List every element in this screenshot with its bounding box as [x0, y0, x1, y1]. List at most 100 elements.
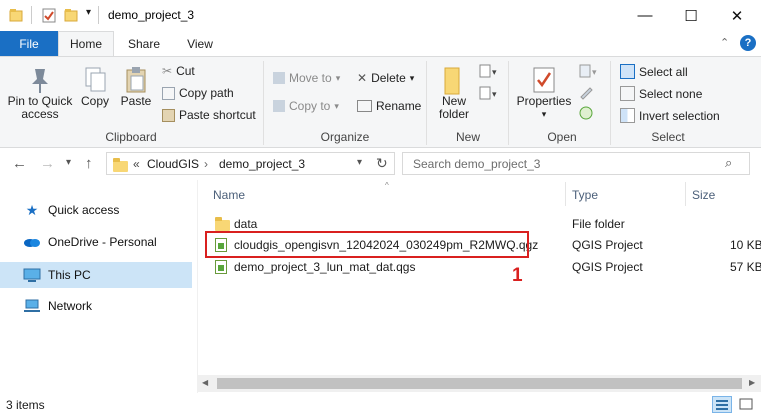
- svg-text:▾: ▾: [492, 67, 497, 77]
- computer-icon: [22, 268, 42, 283]
- address-bar[interactable]: « CloudGIS › demo_project_3 ▾ ↻: [106, 152, 395, 175]
- new-item-icon[interactable]: ▾: [478, 63, 502, 82]
- search-icon[interactable]: ⌕: [725, 155, 732, 171]
- column-separator: [565, 182, 566, 206]
- up-arrow-icon[interactable]: ↑: [85, 155, 93, 172]
- maximize-button[interactable]: ☐: [668, 0, 714, 31]
- search-placeholder[interactable]: Search demo_project_3: [413, 157, 540, 171]
- breadcrumb-demo-project-3[interactable]: demo_project_3: [219, 157, 305, 171]
- paste-shortcut-button[interactable]: Paste shortcut: [162, 108, 256, 122]
- select-all-button[interactable]: Select all: [620, 64, 688, 79]
- new-group-label: New: [455, 130, 480, 144]
- invert-selection-icon: [620, 108, 635, 123]
- address-overflow[interactable]: «: [133, 157, 140, 171]
- file-type: QGIS Project: [572, 260, 643, 274]
- rename-label: Rename: [376, 99, 422, 113]
- address-dropdown-icon[interactable]: ▾: [357, 157, 362, 168]
- large-icons-view-icon[interactable]: [737, 396, 757, 413]
- history-icon[interactable]: [578, 105, 594, 124]
- file-name: data: [234, 217, 258, 231]
- select-none-button[interactable]: Select none: [620, 86, 702, 101]
- copy-icon: [85, 67, 106, 92]
- easy-access-icon[interactable]: ▾: [478, 85, 502, 104]
- sort-indicator-icon: ^: [385, 181, 389, 190]
- highlight-box: [205, 231, 529, 258]
- help-icon[interactable]: ?: [740, 35, 756, 51]
- back-arrow-icon[interactable]: ←: [12, 155, 27, 172]
- refresh-icon[interactable]: ↻: [376, 155, 388, 172]
- new-folder-qat-icon[interactable]: [64, 8, 78, 25]
- search-box[interactable]: Search demo_project_3 ⌕: [402, 152, 750, 175]
- copy-button[interactable]: Copy: [76, 65, 114, 108]
- scroll-left-icon[interactable]: ◀: [202, 378, 208, 387]
- properties-qat-icon[interactable]: [42, 8, 56, 26]
- group-separator: [426, 61, 427, 145]
- clipboard-group-label: Clipboard: [105, 130, 157, 144]
- copy-label: Copy: [80, 94, 109, 108]
- svg-text:▾: ▾: [492, 89, 497, 99]
- copy-path-button[interactable]: Copy path: [162, 86, 234, 100]
- scissors-icon: ✂: [162, 64, 173, 78]
- select-none-label: Select none: [639, 86, 703, 101]
- scroll-thumb[interactable]: [217, 378, 742, 389]
- details-view-icon[interactable]: [712, 396, 732, 413]
- properties-button[interactable]: Properties ▾: [514, 65, 574, 121]
- close-button[interactable]: ✕: [714, 0, 760, 31]
- folder-icon: [215, 217, 230, 231]
- scroll-right-icon[interactable]: ▶: [749, 378, 755, 387]
- collapse-ribbon-icon[interactable]: ⌃: [720, 36, 729, 49]
- delete-label: Delete: [371, 71, 406, 85]
- status-bar: 3 items: [0, 393, 761, 418]
- ribbon-home: Pin to Quick access Copy Paste ✂ Cut Copy…: [0, 56, 761, 148]
- forward-arrow-icon[interactable]: →: [40, 155, 55, 172]
- tab-home[interactable]: Home: [58, 31, 114, 56]
- nav-onedrive-label: OneDrive - Personal: [48, 235, 157, 249]
- recent-locations-icon[interactable]: ▾: [66, 157, 71, 168]
- file-row-qgs[interactable]: demo_project_3_lun_mat_dat.qgs QGIS Proj…: [200, 256, 761, 277]
- title-divider: [98, 6, 99, 24]
- nav-this-pc[interactable]: This PC: [0, 262, 192, 288]
- properties-dropdown-icon: ▾: [541, 109, 547, 119]
- copy-to-button[interactable]: Copy to ▾: [273, 99, 339, 113]
- group-separator: [263, 61, 264, 145]
- group-separator: [508, 61, 509, 145]
- open-group-label: Open: [547, 130, 577, 144]
- file-name: demo_project_3_lun_mat_dat.qgs: [234, 260, 416, 274]
- nav-onedrive[interactable]: OneDrive - Personal: [0, 229, 192, 255]
- delete-button[interactable]: ✕ Delete ▾: [357, 71, 414, 85]
- move-to-button[interactable]: Move to ▾: [273, 71, 340, 85]
- paste-label: Paste: [120, 94, 152, 108]
- column-header-size[interactable]: Size: [692, 188, 715, 202]
- select-none-icon: [620, 86, 635, 101]
- pane-divider: [197, 180, 198, 393]
- cloud-icon: [22, 236, 42, 248]
- cut-button[interactable]: ✂ Cut: [162, 64, 195, 78]
- tab-view[interactable]: View: [172, 31, 228, 56]
- paste-button[interactable]: Paste: [116, 65, 156, 108]
- qat-customize-icon[interactable]: ▾: [86, 7, 91, 18]
- breadcrumb-cloudgis[interactable]: CloudGIS: [147, 157, 199, 171]
- new-folder-button[interactable]: New folder: [434, 65, 474, 121]
- pin-to-quick-access-button[interactable]: Pin to Quick access: [4, 65, 76, 121]
- invert-selection-button[interactable]: Invert selection: [620, 108, 720, 123]
- column-header-type[interactable]: Type: [572, 188, 598, 202]
- rename-button[interactable]: Rename: [357, 99, 421, 113]
- nav-quick-access-label: Quick access: [48, 203, 120, 217]
- address-folder-icon: [113, 158, 128, 172]
- copy-to-icon: [273, 100, 285, 112]
- column-header-name[interactable]: Name: [213, 188, 245, 202]
- move-to-icon: [273, 72, 285, 84]
- nav-network[interactable]: Network: [0, 293, 192, 319]
- open-icon[interactable]: ▾: [578, 63, 600, 82]
- nav-network-label: Network: [48, 299, 93, 313]
- network-icon: [22, 299, 42, 314]
- horizontal-scrollbar[interactable]: ◀ ▶: [198, 375, 761, 392]
- nav-quick-access[interactable]: ★ Quick access: [0, 197, 192, 223]
- minimize-button[interactable]: —: [622, 0, 668, 31]
- edit-icon[interactable]: [578, 84, 594, 103]
- tab-file[interactable]: File: [0, 31, 58, 56]
- breadcrumb-separator-icon: ›: [204, 157, 208, 171]
- properties-icon: [533, 67, 555, 93]
- organize-group-label: Organize: [320, 130, 370, 144]
- tab-share[interactable]: Share: [116, 31, 172, 56]
